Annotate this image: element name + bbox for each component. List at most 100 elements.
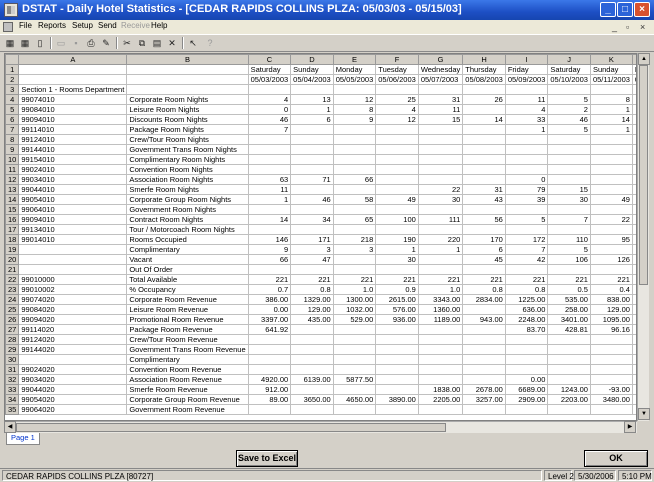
description-cell[interactable]: Convention Room Nights (126, 164, 249, 175)
value-cell[interactable] (290, 184, 334, 195)
row-header[interactable]: 28 (5, 334, 20, 345)
value-cell[interactable]: 65 (332, 214, 377, 225)
value-cell[interactable]: 15 (417, 114, 464, 125)
value-cell[interactable] (332, 344, 377, 355)
value-cell[interactable]: 30 (375, 254, 419, 265)
account-code-cell[interactable]: 99114010 (18, 124, 128, 135)
value-cell[interactable] (417, 254, 464, 265)
account-code-cell[interactable]: 99124010 (18, 134, 128, 145)
value-cell[interactable] (589, 244, 633, 255)
value-cell[interactable] (417, 124, 464, 135)
value-cell[interactable]: 30 (547, 194, 591, 205)
value-cell[interactable] (504, 204, 549, 215)
maximize-button[interactable]: □ (617, 2, 633, 17)
value-cell[interactable]: 1 (504, 124, 549, 135)
value-cell[interactable] (504, 224, 549, 235)
value-cell[interactable]: 14 (589, 114, 633, 125)
value-cell[interactable] (247, 334, 292, 345)
date-header-cell[interactable] (18, 74, 128, 85)
value-cell[interactable] (417, 174, 464, 185)
date-header-cell[interactable]: 05/05/2003 (332, 74, 377, 85)
value-cell[interactable] (247, 144, 292, 155)
value-cell[interactable]: 3890.00 (375, 394, 419, 405)
value-cell[interactable]: 7 (247, 124, 292, 135)
value-cell[interactable]: 8 (589, 94, 633, 105)
row-header[interactable]: 23 (5, 284, 20, 295)
row-header[interactable]: 20 (5, 254, 20, 265)
value-cell[interactable] (290, 154, 334, 165)
value-cell[interactable]: 39 (504, 194, 549, 205)
value-cell[interactable]: 190 (375, 234, 419, 245)
column-header[interactable]: I (504, 54, 549, 65)
column-header[interactable]: G (417, 54, 464, 65)
value-cell[interactable]: 258.00 (547, 304, 591, 315)
value-cell[interactable] (375, 184, 419, 195)
value-cell[interactable] (375, 344, 419, 355)
value-cell[interactable]: 1300.00 (332, 294, 377, 305)
value-cell[interactable] (462, 354, 506, 365)
value-cell[interactable]: 0.00 (504, 374, 549, 385)
row-header[interactable]: 21 (5, 264, 20, 275)
day-header-cell[interactable] (126, 64, 249, 75)
value-cell[interactable]: 1189.00 (417, 314, 464, 325)
grid-alt-icon[interactable]: ▦ (18, 36, 32, 50)
value-cell[interactable] (247, 134, 292, 145)
value-cell[interactable]: 1225.00 (504, 294, 549, 305)
description-cell[interactable]: Complimentary Room Nights (126, 154, 249, 165)
account-code-cell[interactable]: 99084020 (18, 304, 128, 315)
column-header[interactable]: J (547, 54, 591, 65)
description-cell[interactable]: Package Room Revenue (126, 324, 249, 335)
value-cell[interactable]: 0.8 (504, 284, 549, 295)
description-cell[interactable]: Complimentary (126, 354, 249, 365)
value-cell[interactable]: 89.00 (247, 394, 292, 405)
value-cell[interactable]: 111 (417, 214, 464, 225)
value-cell[interactable]: 11 (247, 184, 292, 195)
column-header[interactable]: F (375, 54, 419, 65)
value-cell[interactable] (589, 84, 633, 95)
value-cell[interactable]: 4 (504, 104, 549, 115)
value-cell[interactable]: 221 (462, 274, 506, 285)
value-cell[interactable]: 5877.50 (332, 374, 377, 385)
document-icon[interactable] (3, 22, 13, 32)
description-cell[interactable]: Smerfe Room Revenue (126, 384, 249, 395)
description-cell[interactable]: Corporate Group Room Revenue (126, 394, 249, 405)
value-cell[interactable]: 12 (332, 94, 377, 105)
value-cell[interactable] (375, 334, 419, 345)
description-cell[interactable]: Government Room Revenue (126, 404, 249, 415)
account-code-cell[interactable]: 99034010 (18, 174, 128, 185)
day-header-cell[interactable] (18, 64, 128, 75)
value-cell[interactable] (417, 364, 464, 375)
value-cell[interactable] (417, 374, 464, 385)
account-code-cell[interactable]: 99054020 (18, 394, 128, 405)
value-cell[interactable]: 126 (589, 254, 633, 265)
save-to-excel-button[interactable]: Save to Excel (236, 450, 298, 467)
value-cell[interactable] (504, 134, 549, 145)
delete-icon[interactable]: ✕ (165, 36, 179, 50)
column-header[interactable]: C (247, 54, 292, 65)
value-cell[interactable]: 838.00 (589, 294, 633, 305)
menu-send[interactable]: Send (98, 21, 117, 30)
value-cell[interactable]: 1243.00 (547, 384, 591, 395)
value-cell[interactable] (375, 224, 419, 235)
account-code-cell[interactable]: 99094020 (18, 314, 128, 325)
value-cell[interactable]: 12 (375, 114, 419, 125)
value-cell[interactable] (589, 204, 633, 215)
value-cell[interactable] (417, 204, 464, 215)
row-header[interactable]: 11 (5, 164, 20, 175)
value-cell[interactable]: 43 (462, 194, 506, 205)
value-cell[interactable] (504, 354, 549, 365)
row-header[interactable]: 18 (5, 234, 20, 245)
menu-receive[interactable]: Receive (121, 21, 150, 30)
value-cell[interactable] (247, 84, 292, 95)
value-cell[interactable] (247, 164, 292, 175)
value-cell[interactable] (504, 364, 549, 375)
value-cell[interactable]: 1 (589, 124, 633, 135)
value-cell[interactable] (504, 164, 549, 175)
value-cell[interactable]: 0.00 (247, 304, 292, 315)
horizontal-scrollbar[interactable]: ◀ ▶ (4, 421, 637, 433)
value-cell[interactable]: 79 (504, 184, 549, 195)
row-header[interactable]: 10 (5, 154, 20, 165)
value-cell[interactable]: 3397.00 (247, 314, 292, 325)
scroll-down-icon[interactable]: ▼ (638, 408, 650, 420)
value-cell[interactable]: 2678.00 (462, 384, 506, 395)
